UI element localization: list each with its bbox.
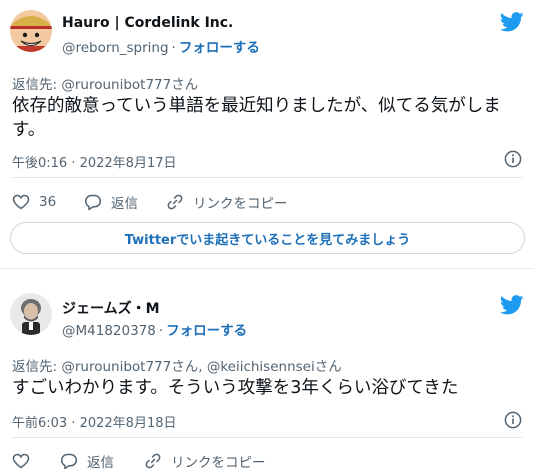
like-count: 36 [39, 194, 57, 210]
user-handle[interactable]: @M41820378 [62, 323, 156, 339]
follow-button[interactable]: フォローする [166, 323, 247, 339]
twitter-bird-icon[interactable] [500, 295, 524, 315]
reply-to-handle[interactable]: @rurounibot777さん [61, 77, 198, 93]
explore-twitter-button[interactable]: Twitterでいま起きていることを見てみましょう [10, 222, 525, 254]
like-button[interactable]: 36 [12, 190, 56, 214]
divider [12, 437, 522, 438]
handle-row: @M41820378 · フォローする [62, 319, 247, 339]
avatar[interactable] [10, 10, 52, 52]
info-icon[interactable] [504, 411, 522, 429]
reply-label: 返信 [87, 455, 114, 471]
reply-to-handle[interactable]: @rurounibot777さん, @keiichisennseiさん [61, 359, 341, 375]
info-icon[interactable] [504, 150, 522, 168]
tweet-card: Hauro | Cordelink Inc. @reborn_spring · フォ… [0, 0, 534, 268]
display-name[interactable]: ジェームズ・M [62, 298, 160, 318]
user-handle[interactable]: @reborn_spring [62, 40, 169, 56]
heart-icon [12, 194, 30, 210]
tweet-text: 依存的敵意っていう単語を最近知りましたが、似てる気がします。 [12, 96, 501, 140]
reply-to-prefix: 返信先: [12, 77, 58, 93]
reply-to-line: 返信先: @rurounibot777さん, @keiichisennseiさん [12, 355, 342, 375]
copy-link-label: リンクをコピー [171, 455, 266, 471]
separator-dot: · [158, 323, 164, 339]
tweet-card: ジェームズ・M @M41820378 · フォローする 返信先: @rurounib… [0, 285, 534, 476]
separator-dot: · [171, 40, 176, 56]
reply-button[interactable]: 返信 [84, 190, 138, 214]
reply-icon [60, 453, 78, 470]
reply-icon [84, 194, 102, 211]
tweet-separator [0, 268, 534, 285]
tweet-timestamp[interactable]: 午前6:03 · 2022年8月18日 [12, 412, 177, 431]
tweet-text: すごいわかります。そういう攻撃を3年くらい浴びてきた [12, 378, 459, 398]
reply-label: 返信 [111, 196, 138, 212]
divider [12, 177, 522, 178]
heart-icon [12, 453, 30, 469]
twitter-bird-icon[interactable] [500, 12, 524, 32]
display-name[interactable]: Hauro | Cordelink Inc. [62, 15, 233, 31]
copy-link-button[interactable]: リンクをコピー [166, 190, 288, 214]
like-button[interactable] [12, 449, 39, 473]
reply-to-prefix: 返信先: [12, 359, 58, 375]
reply-button[interactable]: 返信 [60, 449, 114, 473]
follow-button[interactable]: フォローする [179, 40, 260, 56]
reply-to-line: 返信先: @rurounibot777さん [12, 73, 198, 93]
tweet-timestamp[interactable]: 午後0:16 · 2022年8月17日 [12, 152, 177, 171]
copy-link-label: リンクをコピー [193, 196, 288, 212]
handle-row: @reborn_spring · フォローする [62, 36, 260, 56]
copy-link-button[interactable]: リンクをコピー [144, 449, 266, 473]
link-icon [167, 194, 183, 210]
link-icon [145, 453, 161, 469]
avatar[interactable] [10, 293, 52, 335]
